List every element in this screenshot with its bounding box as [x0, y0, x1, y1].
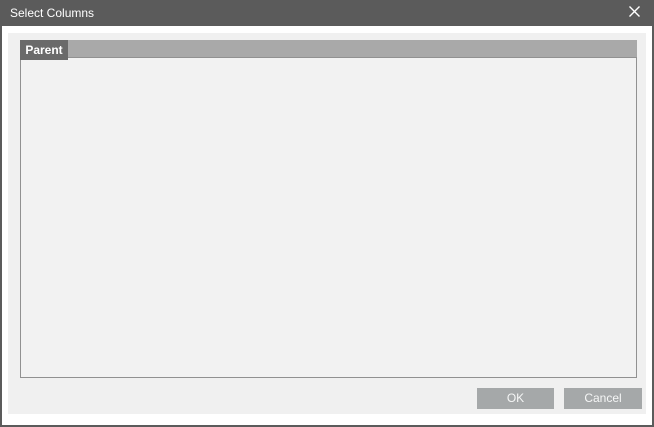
tab-page [20, 57, 637, 378]
tab-strip [20, 40, 637, 57]
select-columns-dialog: Select Columns Parent Type filter : Type… [0, 0, 654, 427]
dialog-title: Select Columns [10, 0, 94, 26]
close-icon [628, 5, 641, 21]
close-button[interactable] [622, 3, 646, 23]
cancel-button[interactable]: Cancel [564, 388, 642, 409]
tab-parent[interactable]: Parent [20, 40, 68, 60]
ok-button[interactable]: OK [477, 388, 554, 409]
title-bar: Select Columns [0, 0, 654, 26]
